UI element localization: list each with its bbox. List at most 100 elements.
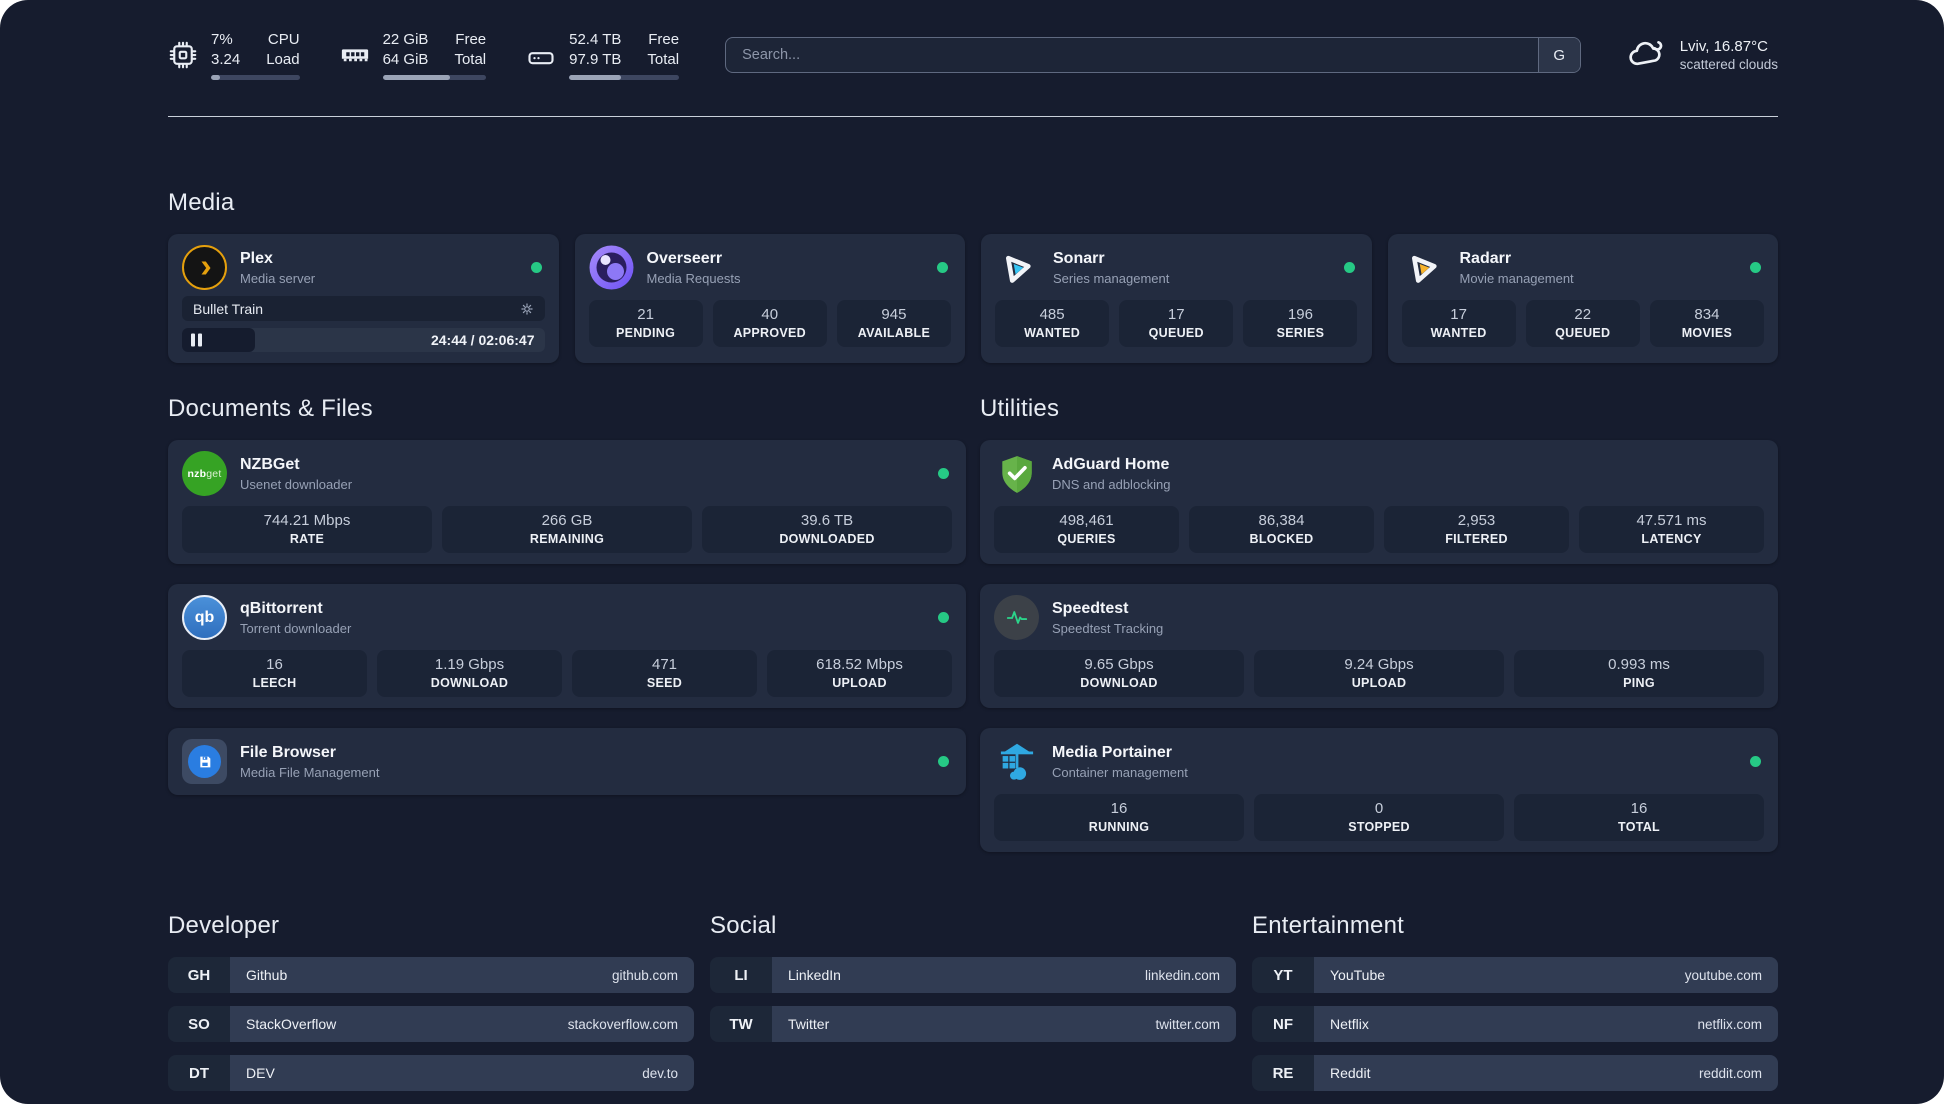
- search-engine-button[interactable]: G: [1537, 38, 1580, 72]
- portainer-card[interactable]: Media Portainer Container management 16 R…: [980, 728, 1778, 852]
- speedtest-card[interactable]: Speedtest Speedtest Tracking 9.65 Gbps DO…: [980, 584, 1778, 708]
- stat-tile: 17 QUEUED: [1119, 300, 1234, 347]
- weather-widget: Lviv, 16.87°C scattered clouds: [1627, 33, 1778, 78]
- bookmark-abbr: DT: [168, 1055, 230, 1091]
- cloud-icon: [1627, 33, 1667, 78]
- filebrowser-card[interactable]: File Browser Media File Management: [168, 728, 966, 795]
- stat-tile: 485 WANTED: [995, 300, 1110, 347]
- bookmark-youtube[interactable]: YT YouTube youtube.com: [1252, 957, 1778, 993]
- cpu-load-value: 3.24: [211, 51, 241, 68]
- weather-location-temp: Lviv, 16.87°C: [1679, 38, 1768, 55]
- social-section-title: Social: [710, 912, 777, 939]
- bookmark-abbr: SO: [168, 1006, 230, 1042]
- bookmark-abbr: LI: [710, 957, 772, 993]
- stat-tile: 744.21 Mbps RATE: [182, 506, 432, 553]
- weather-condition: scattered clouds: [1679, 57, 1778, 72]
- disk-progress-fill: [569, 74, 621, 80]
- app-name: Speedtest: [1052, 599, 1129, 617]
- documents-section-title: Documents & Files: [168, 395, 373, 422]
- stat-tile: 498,461 QUERIES: [994, 506, 1179, 553]
- cpu-percent: 7%: [211, 31, 233, 49]
- qbittorrent-icon: qb: [182, 595, 227, 640]
- stat-tile: 39.6 TB DOWNLOADED: [702, 506, 952, 553]
- bookmark-url: netflix.com: [1697, 1016, 1762, 1032]
- status-dot: [938, 468, 949, 479]
- bookmark-name: YouTube: [1330, 967, 1386, 983]
- disk-stat: 52.4 TB 97.9 TB Free Total: [526, 30, 680, 80]
- stat-tile: 471 SEED: [572, 650, 757, 697]
- bookmark-url: github.com: [611, 967, 678, 983]
- stat-tile: 17 WANTED: [1401, 300, 1516, 347]
- app-name: AdGuard Home: [1052, 455, 1170, 473]
- search-input[interactable]: [725, 37, 1581, 73]
- stat-tile: 16 RUNNING: [994, 794, 1244, 841]
- stat-tile: 196 SERIES: [1243, 300, 1358, 347]
- settings-gear-icon[interactable]: [519, 301, 535, 317]
- system-stats: 7% 3.24 CPU Load 22 GiB 64 GiB Free Tota…: [168, 30, 680, 80]
- overseerr-card[interactable]: Overseerr Media Requests 21 PENDING 40 APP…: [574, 234, 965, 363]
- developer-section-title: Developer: [168, 912, 280, 939]
- ram-total-label: Total: [454, 51, 487, 68]
- plex-card[interactable]: Plex Media server Bullet Train 24:44 / 0…: [168, 234, 559, 363]
- header: 7% 3.24 CPU Load 22 GiB 64 GiB Free Tota…: [168, 30, 1778, 80]
- entertainment-section-title: Entertainment: [1252, 912, 1405, 939]
- sonarr-card[interactable]: Sonarr Series management 485 WANTED 17 QUE…: [981, 234, 1372, 363]
- now-playing-row: Bullet Train: [182, 296, 545, 321]
- app-description: Media File Management: [240, 764, 380, 780]
- app-name: Sonarr: [1053, 249, 1105, 267]
- bookmark-url: dev.to: [642, 1065, 678, 1081]
- stat-tile: 9.24 Gbps UPLOAD: [1254, 650, 1504, 697]
- plex-icon: [182, 245, 227, 290]
- bookmark-linkedin[interactable]: LI LinkedIn linkedin.com: [710, 957, 1236, 993]
- radarr-card[interactable]: Radarr Movie management 17 WANTED 22 QUEUE…: [1387, 234, 1778, 363]
- disk-free-label: Free: [648, 31, 680, 49]
- nzbget-card[interactable]: nzbget NZBGet Usenet downloader 744.21 M…: [168, 440, 966, 564]
- documents-section: Documents & Files nzbget NZBGet Usenet d…: [168, 395, 966, 852]
- adguard-card[interactable]: AdGuard Home DNS and adblocking 498,461 Q…: [980, 440, 1778, 564]
- bookmark-url: reddit.com: [1698, 1065, 1762, 1081]
- status-dot: [938, 756, 949, 767]
- app-name: NZBGet: [240, 455, 300, 473]
- radarr-icon: [1402, 245, 1447, 290]
- bookmark-abbr: GH: [168, 957, 230, 993]
- status-dot: [1750, 262, 1761, 273]
- sonarr-icon: [995, 245, 1040, 290]
- bookmark-netflix[interactable]: NF Netflix netflix.com: [1252, 1006, 1778, 1042]
- now-playing-title: Bullet Train: [193, 300, 264, 317]
- app-description: Usenet downloader: [240, 476, 353, 492]
- stat-tile: 21 PENDING: [588, 300, 703, 347]
- bookmark-github[interactable]: GH Github github.com: [168, 957, 694, 993]
- bookmark-stackoverflow[interactable]: SO StackOverflow stackoverflow.com: [168, 1006, 694, 1042]
- app-description: Media Requests: [646, 270, 741, 286]
- bookmark-url: twitter.com: [1155, 1016, 1220, 1032]
- stat-tile: 0.993 ms PING: [1514, 650, 1764, 697]
- stat-tile: 47.571 ms LATENCY: [1579, 506, 1764, 553]
- stat-tile: 9.65 Gbps DOWNLOAD: [994, 650, 1244, 697]
- app-name: Overseerr: [646, 249, 723, 267]
- stat-tile: 618.52 Mbps UPLOAD: [767, 650, 952, 697]
- stat-tile: 0 STOPPED: [1254, 794, 1504, 841]
- bookmark-abbr: YT: [1252, 957, 1314, 993]
- bookmark-reddit[interactable]: RE Reddit reddit.com: [1252, 1055, 1778, 1091]
- bookmark-dev[interactable]: DT DEV dev.to: [168, 1055, 694, 1091]
- cpu-icon: [168, 40, 198, 70]
- cpu-label: CPU: [267, 31, 300, 49]
- bookmark-abbr: TW: [710, 1006, 772, 1042]
- bookmark-name: StackOverflow: [246, 1016, 337, 1032]
- bookmark-abbr: RE: [1252, 1055, 1314, 1091]
- bookmark-url: stackoverflow.com: [567, 1016, 678, 1032]
- ram-free-label: Free: [455, 31, 487, 49]
- bookmark-twitter[interactable]: TW Twitter twitter.com: [710, 1006, 1236, 1042]
- qbittorrent-card[interactable]: qb qBittorrent Torrent downloader 16 LEEC…: [168, 584, 966, 708]
- pause-icon[interactable]: [191, 333, 202, 347]
- playback-progress-bar[interactable]: 24:44 / 02:06:47: [182, 328, 545, 352]
- filebrowser-icon: [182, 739, 227, 784]
- overseerr-icon: [589, 245, 634, 290]
- bookmark-name: DEV: [246, 1065, 275, 1081]
- media-section-title: Media: [168, 189, 235, 216]
- cpu-progress-track: [211, 74, 300, 80]
- app-name: Plex: [240, 249, 273, 267]
- app-name: qBittorrent: [240, 599, 323, 617]
- status-dot: [937, 262, 948, 273]
- app-description: Series management: [1053, 270, 1170, 286]
